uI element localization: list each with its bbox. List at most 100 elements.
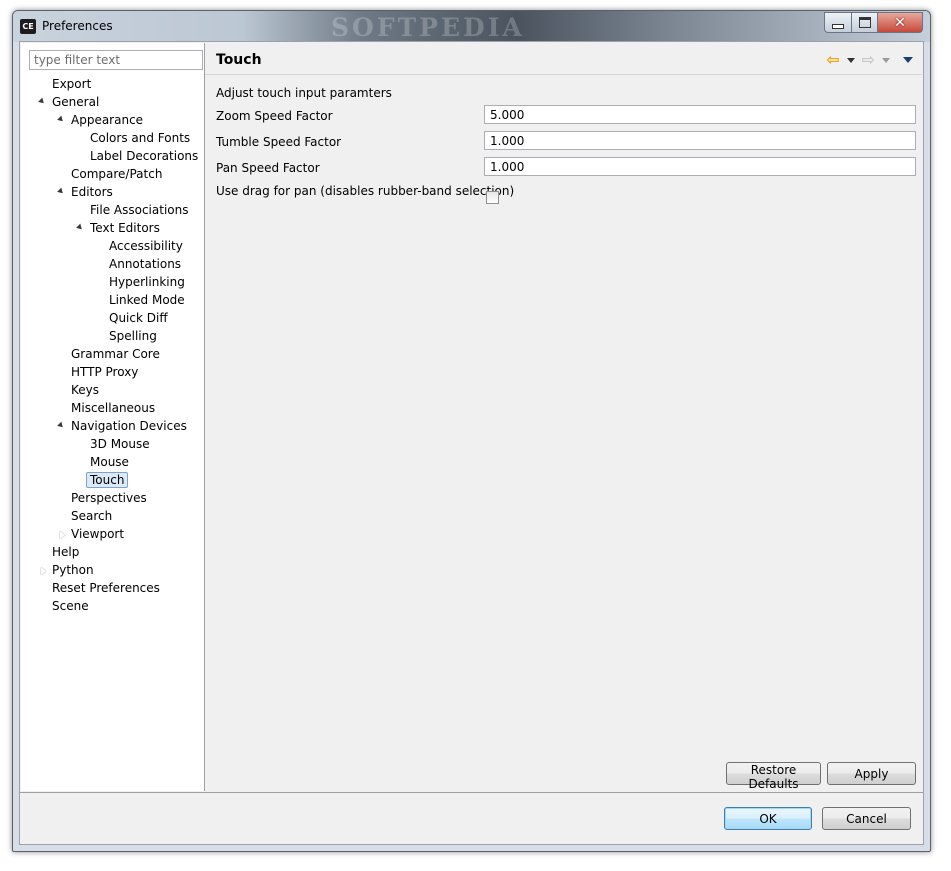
dialog-client-area: Export General Appearance Colors and Fonts L… bbox=[19, 41, 924, 845]
button-bar-separator bbox=[20, 792, 923, 793]
tree-item-label: Mouse bbox=[90, 455, 129, 469]
tree-item-python[interactable]: Python bbox=[41, 561, 94, 579]
back-dropdown-icon[interactable] bbox=[846, 57, 855, 63]
tree-item-label: Text Editors bbox=[90, 221, 160, 235]
tree-item-mouse[interactable]: Mouse bbox=[90, 453, 129, 471]
tree-item-label: Search bbox=[71, 509, 113, 523]
tree-item-label: Navigation Devices bbox=[71, 419, 187, 433]
preference-page: Touch ⇦ ⇨ Adjust touch input paramters Z… bbox=[205, 43, 922, 791]
tree-item-label: Keys bbox=[71, 383, 100, 397]
tree-item-navigation-devices[interactable]: Navigation Devices bbox=[57, 417, 187, 435]
tree-item-http-proxy[interactable]: HTTP Proxy bbox=[71, 363, 138, 381]
tree-item-label: Touch bbox=[86, 472, 129, 488]
tree-item-label: Colors and Fonts bbox=[90, 131, 191, 145]
tumble-speed-input[interactable] bbox=[484, 131, 916, 150]
restore-defaults-button[interactable]: Restore Defaults bbox=[726, 762, 821, 791]
tree-item-label: Annotations bbox=[109, 257, 182, 271]
window-title: Preferences bbox=[42, 19, 113, 33]
collapsed-arrow-icon[interactable] bbox=[60, 531, 65, 539]
apply-button[interactable]: Apply bbox=[827, 762, 916, 785]
tree-item-annotations[interactable]: Annotations bbox=[109, 255, 181, 273]
tree-item-scene[interactable]: Scene bbox=[52, 597, 89, 615]
tree-item-label: Label Decorations bbox=[90, 149, 199, 163]
tree-item-label: Scene bbox=[52, 599, 89, 613]
expanded-arrow-icon[interactable] bbox=[38, 97, 46, 106]
tree-item-accessibility[interactable]: Accessibility bbox=[109, 237, 183, 255]
tree-item-label: Viewport bbox=[71, 527, 125, 541]
preferences-window: CE Preferences SOFTPEDIA ✕ Export General… bbox=[12, 10, 931, 852]
tree-item-label: Grammar Core bbox=[71, 347, 160, 361]
page-description: Adjust touch input paramters bbox=[216, 86, 392, 100]
tree-item-label: Hyperlinking bbox=[109, 275, 185, 289]
ok-button[interactable]: OK bbox=[724, 807, 812, 830]
back-arrow-icon[interactable]: ⇦ bbox=[826, 52, 839, 68]
forward-dropdown-icon[interactable] bbox=[882, 57, 890, 63]
maximize-icon bbox=[858, 17, 871, 28]
tree-item-label: Miscellaneous bbox=[71, 401, 156, 415]
tree-item-miscellaneous[interactable]: Miscellaneous bbox=[71, 399, 155, 417]
tree-item-keys[interactable]: Keys bbox=[71, 381, 99, 399]
tree-item-label: Export bbox=[52, 77, 92, 91]
expanded-arrow-icon[interactable] bbox=[57, 115, 65, 124]
tree-item-appearance[interactable]: Appearance bbox=[57, 111, 144, 129]
tree-item-general[interactable]: General bbox=[38, 93, 100, 111]
page-title: Touch bbox=[216, 52, 262, 68]
cancel-button[interactable]: Cancel bbox=[822, 807, 911, 830]
tree-item-label: Linked Mode bbox=[109, 293, 185, 307]
tree-item-label: Python bbox=[52, 563, 94, 577]
tree-item-touch[interactable]: Touch bbox=[86, 471, 129, 489]
expanded-arrow-icon[interactable] bbox=[57, 421, 65, 430]
tree-item-text-editors[interactable]: Text Editors bbox=[76, 219, 160, 237]
tree-item-export[interactable]: Export bbox=[52, 75, 91, 93]
tree-item-help[interactable]: Help bbox=[52, 543, 79, 561]
preference-tree-pane: Export General Appearance Colors and Fonts L… bbox=[21, 43, 205, 791]
tree-item-label: General bbox=[52, 95, 100, 109]
view-menu-icon[interactable] bbox=[903, 57, 913, 63]
tree-item-search[interactable]: Search bbox=[71, 507, 112, 525]
tumble-speed-label: Tumble Speed Factor bbox=[216, 135, 342, 149]
expanded-arrow-icon[interactable] bbox=[76, 223, 84, 232]
tree-item-label: Accessibility bbox=[109, 239, 183, 253]
tree-item-spelling[interactable]: Spelling bbox=[109, 327, 157, 345]
close-button[interactable]: ✕ bbox=[878, 12, 923, 33]
tree-item-quick-diff[interactable]: Quick Diff bbox=[109, 309, 168, 327]
drag-for-pan-checkbox[interactable] bbox=[486, 191, 499, 204]
close-icon: ✕ bbox=[894, 14, 906, 31]
tree-item-label: Spelling bbox=[109, 329, 157, 343]
tree-item-perspectives[interactable]: Perspectives bbox=[71, 489, 147, 507]
window-controls: ✕ bbox=[824, 12, 923, 33]
collapsed-arrow-icon[interactable] bbox=[41, 567, 46, 575]
tree-item-viewport[interactable]: Viewport bbox=[60, 525, 125, 543]
tree-item-linked-mode[interactable]: Linked Mode bbox=[109, 291, 185, 309]
tree-item-label: 3D Mouse bbox=[90, 437, 150, 451]
pan-speed-input[interactable] bbox=[484, 157, 916, 176]
app-icon: CE bbox=[20, 19, 36, 34]
tree-item-colors-and-fonts[interactable]: Colors and Fonts bbox=[90, 129, 190, 147]
zoom-speed-input[interactable] bbox=[484, 105, 916, 124]
tree-item-editors[interactable]: Editors bbox=[57, 183, 113, 201]
tree-item-3d-mouse[interactable]: 3D Mouse bbox=[90, 435, 150, 453]
title-bar[interactable]: CE Preferences SOFTPEDIA ✕ bbox=[13, 11, 930, 42]
minimize-button[interactable] bbox=[824, 12, 852, 33]
tree-item-label: Quick Diff bbox=[109, 311, 168, 325]
tree-item-label: Help bbox=[52, 545, 80, 559]
page-navigation: ⇦ ⇨ bbox=[826, 52, 913, 68]
tree-item-label-decorations[interactable]: Label Decorations bbox=[90, 147, 198, 165]
tree-item-grammar-core[interactable]: Grammar Core bbox=[71, 345, 160, 363]
pan-speed-label: Pan Speed Factor bbox=[216, 161, 320, 175]
zoom-speed-label: Zoom Speed Factor bbox=[216, 109, 333, 123]
minimize-icon bbox=[832, 24, 844, 29]
tree-item-compare-patch[interactable]: Compare/Patch bbox=[71, 165, 162, 183]
drag-for-pan-label: Use drag for pan (disables rubber-band s… bbox=[216, 184, 515, 198]
expanded-arrow-icon[interactable] bbox=[57, 187, 65, 196]
tree-item-label: Editors bbox=[71, 185, 113, 199]
tree-item-label: Appearance bbox=[71, 113, 144, 127]
filter-input[interactable] bbox=[29, 50, 203, 70]
maximize-button[interactable] bbox=[852, 12, 878, 33]
tree-item-hyperlinking[interactable]: Hyperlinking bbox=[109, 273, 185, 291]
tree-item-reset-preferences[interactable]: Reset Preferences bbox=[52, 579, 160, 597]
watermark: SOFTPEDIA bbox=[331, 13, 525, 42]
forward-arrow-icon[interactable]: ⇨ bbox=[862, 52, 875, 68]
tree-item-label: File Associations bbox=[90, 203, 189, 217]
tree-item-file-associations[interactable]: File Associations bbox=[90, 201, 188, 219]
